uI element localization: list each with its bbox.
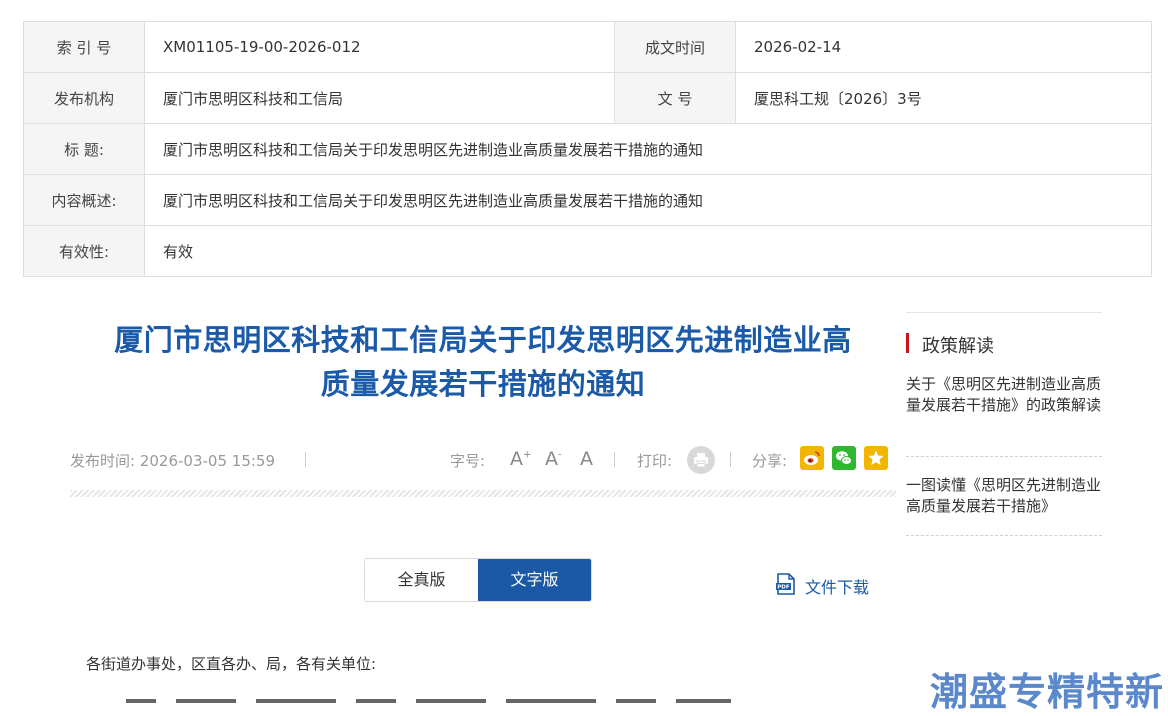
meta-row-validity: 有效性: 有效 <box>23 225 1152 277</box>
font-default-button[interactable]: A <box>580 448 593 470</box>
pdf-file-icon: PDF <box>776 573 795 595</box>
validity-label: 有效性: <box>23 225 145 277</box>
share-weibo-button[interactable] <box>800 446 824 470</box>
sidebar-heading-accent <box>906 333 909 353</box>
document-number-label: 文 号 <box>614 72 736 124</box>
document-meta-table: 索 引 号 XM01105-19-00-2026-012 成文时间 2026-0… <box>23 21 1152 277</box>
meta-row-index: 索 引 号 XM01105-19-00-2026-012 成文时间 2026-0… <box>23 21 1152 73</box>
tab-text-version[interactable]: 文字版 <box>478 559 591 601</box>
sidebar-divider <box>906 456 1102 457</box>
font-increase-button[interactable]: A+ <box>510 448 531 470</box>
watermark-logo: 潮盛专精特新 <box>930 670 1165 714</box>
written-date-label: 成文时间 <box>614 21 736 73</box>
font-decrease-button[interactable]: A- <box>545 448 562 470</box>
next-line-cut-off <box>86 699 736 703</box>
star-icon <box>868 450 884 465</box>
sidebar-top-border <box>906 312 1102 313</box>
meta-title-label: 标 题: <box>23 123 145 175</box>
separator <box>614 452 615 467</box>
separator <box>305 452 306 467</box>
validity-value: 有效 <box>144 225 1152 277</box>
tab-full-version[interactable]: 全真版 <box>365 559 478 601</box>
sidebar-item-policy-interpretation[interactable]: 关于《思明区先进制造业高质量发展若干措施》的政策解读 <box>906 374 1102 416</box>
share-label: 分享: <box>752 452 788 470</box>
salutation: 各街道办事处，区直各办、局，各有关单位: <box>86 655 377 673</box>
index-number-value: XM01105-19-00-2026-012 <box>144 21 615 73</box>
sidebar-heading-text: 政策解读 <box>922 336 994 357</box>
publish-time-label: 发布时间: <box>70 452 136 470</box>
printer-icon <box>694 453 708 468</box>
divider-stripe <box>70 490 896 497</box>
written-date-value: 2026-02-14 <box>735 21 1152 73</box>
document-number-value: 厦思科工规〔2026〕3号 <box>735 72 1152 124</box>
font-increase-glyph: A <box>510 448 523 470</box>
font-decrease-mark: - <box>558 449 562 461</box>
meta-row-org: 发布机构 厦门市思明区科技和工信局 文 号 厦思科工规〔2026〕3号 <box>23 72 1152 124</box>
article-title-line-1: 厦门市思明区科技和工信局关于印发思明区先进制造业高 <box>114 323 852 357</box>
file-download-label: 文件下载 <box>805 578 870 597</box>
font-increase-mark: + <box>523 449 532 461</box>
print-button[interactable] <box>687 446 715 474</box>
svg-text:PDF: PDF <box>777 585 790 591</box>
meta-row-title: 标 题: 厦门市思明区科技和工信局关于印发思明区先进制造业高质量发展若干措施的通… <box>23 123 1152 175</box>
font-size-label: 字号: <box>450 452 486 470</box>
sidebar-item-infographic[interactable]: 一图读懂《思明区先进制造业高质量发展若干措施》 <box>906 475 1102 517</box>
article-title: 厦门市思明区科技和工信局关于印发思明区先进制造业高 质量发展若干措施的通知 <box>70 318 896 406</box>
issuing-org-label: 发布机构 <box>23 72 145 124</box>
index-number-label: 索 引 号 <box>23 21 145 73</box>
article-title-line-2: 质量发展若干措施的通知 <box>320 367 646 401</box>
sidebar-divider <box>906 535 1102 536</box>
share-favorite-button[interactable] <box>864 446 888 470</box>
issuing-org-value: 厦门市思明区科技和工信局 <box>144 72 615 124</box>
summary-label: 内容概述: <box>23 174 145 226</box>
meta-title-value: 厦门市思明区科技和工信局关于印发思明区先进制造业高质量发展若干措施的通知 <box>144 123 1152 175</box>
article-toolbar: 发布时间: 2026-03-05 15:59 字号: A+ A- A 打印: 分… <box>70 446 896 474</box>
weibo-icon <box>804 451 820 465</box>
share-wechat-button[interactable] <box>832 446 856 470</box>
font-decrease-glyph: A <box>545 448 558 470</box>
print-label: 打印: <box>637 452 673 470</box>
font-default-glyph: A <box>580 448 593 470</box>
separator <box>730 452 731 467</box>
meta-row-summary: 内容概述: 厦门市思明区科技和工信局关于印发思明区先进制造业高质量发展若干措施的… <box>23 174 1152 226</box>
wechat-icon <box>836 451 852 465</box>
version-tabs: 全真版 文字版 <box>364 558 592 602</box>
publish-time-value: 2026-03-05 15:59 <box>139 452 276 470</box>
summary-value: 厦门市思明区科技和工信局关于印发思明区先进制造业高质量发展若干措施的通知 <box>144 174 1152 226</box>
publish-time: 发布时间: 2026-03-05 15:59 <box>70 450 275 471</box>
